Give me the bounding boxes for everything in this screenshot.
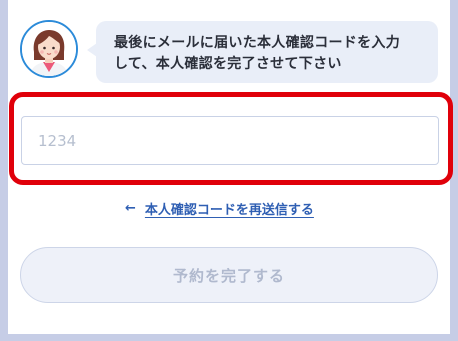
verification-code-input[interactable] — [21, 116, 439, 165]
instruction-line-2: して、本人確認を完了させて下さい — [114, 56, 342, 72]
arrow-left-icon: ← — [125, 200, 136, 216]
resend-code-link[interactable]: ← 本人確認コードを再送信する — [125, 198, 314, 218]
resend-code-label: 本人確認コードを再送信する — [144, 202, 314, 218]
instruction-speech-bubble: 最後にメールに届いた本人確認コードを入力 して、本人確認を完了させて下さい — [87, 21, 438, 83]
female-staff-avatar-icon — [20, 20, 78, 78]
instruction-line-1: 最後にメールに届いた本人確認コードを入力 — [114, 35, 400, 51]
complete-reservation-button[interactable]: 予約を完了する — [20, 247, 438, 303]
